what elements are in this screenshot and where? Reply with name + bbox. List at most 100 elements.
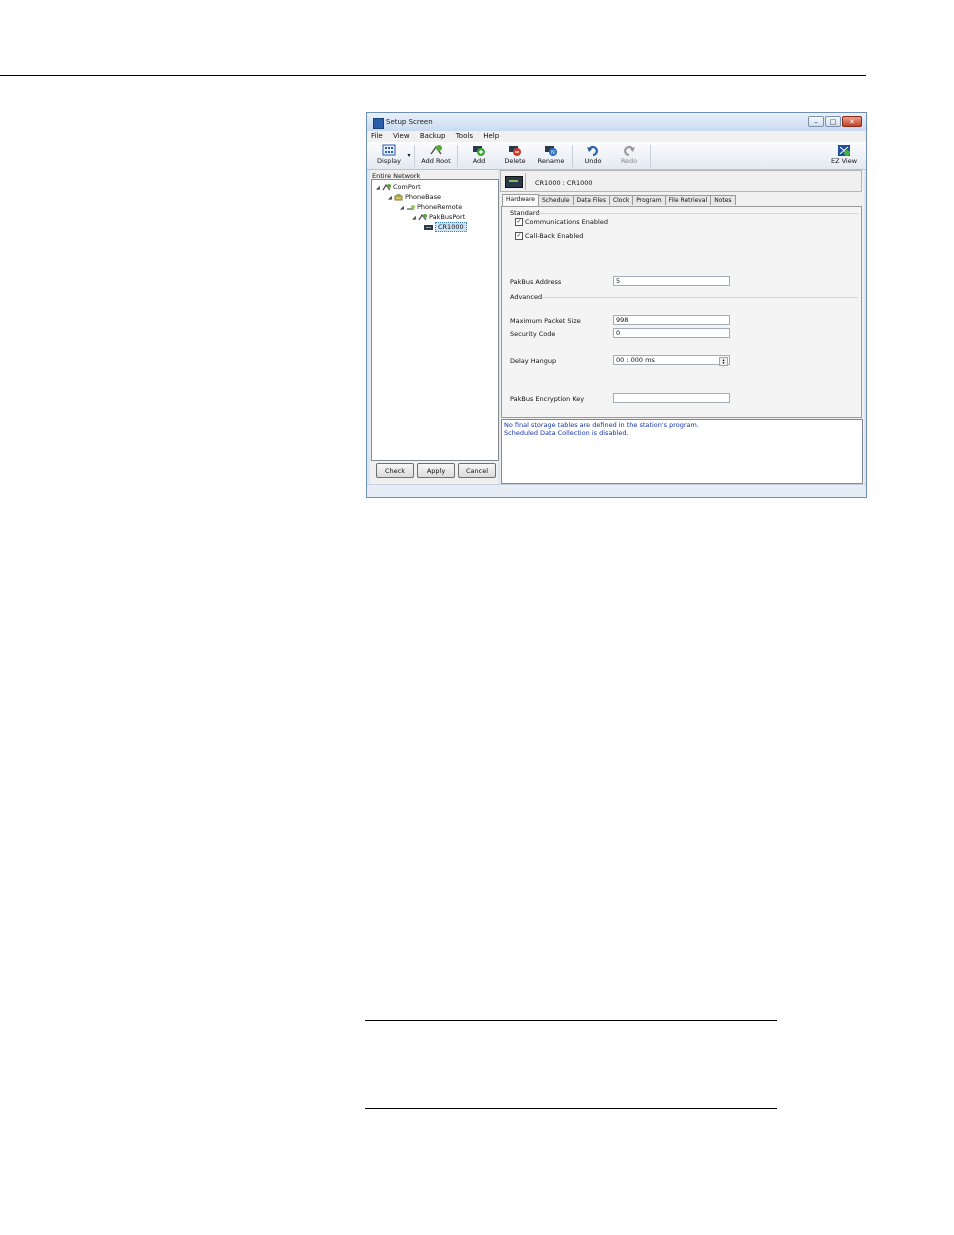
encryption-key-input[interactable] bbox=[613, 393, 730, 403]
toolbar-separator bbox=[414, 145, 415, 167]
add-button[interactable]: Add bbox=[467, 144, 491, 165]
minimize-button[interactable]: – bbox=[808, 116, 824, 127]
tab-clock[interactable]: Clock bbox=[608, 195, 634, 205]
checkmark-icon: ✓ bbox=[515, 218, 523, 226]
tab-schedule[interactable]: Schedule bbox=[537, 195, 574, 205]
display-button[interactable]: Display bbox=[374, 144, 404, 165]
max-packet-size-input[interactable]: 998 bbox=[613, 315, 730, 325]
datalogger-icon bbox=[424, 224, 433, 230]
add-root-button[interactable]: Add Root bbox=[420, 144, 452, 165]
toolbar-separator bbox=[650, 145, 651, 167]
pakbus-port-icon bbox=[418, 213, 427, 220]
ez-view-label: EZ View bbox=[830, 157, 858, 165]
spinner-arrows-icon[interactable]: ▴ ▾ bbox=[719, 357, 728, 366]
add-root-label: Add Root bbox=[421, 157, 451, 165]
header-separator bbox=[525, 173, 526, 190]
undo-label: Undo bbox=[584, 157, 602, 165]
menu-view[interactable]: View bbox=[389, 131, 414, 140]
page-header-rule bbox=[0, 75, 866, 76]
menu-tools[interactable]: Tools bbox=[452, 131, 477, 140]
maximize-button[interactable]: □ bbox=[825, 116, 841, 127]
communications-enabled-checkbox[interactable]: ✓ Communications Enabled bbox=[515, 218, 608, 226]
tab-data-files[interactable]: Data Files bbox=[572, 195, 610, 205]
phone-remote-icon bbox=[407, 204, 415, 210]
communications-enabled-label: Communications Enabled bbox=[525, 218, 608, 226]
menu-help[interactable]: Help bbox=[479, 131, 503, 140]
tab-file-retrieval[interactable]: File Retrieval bbox=[664, 195, 712, 205]
datalogger-icon bbox=[505, 176, 523, 188]
delete-button[interactable]: Delete bbox=[501, 144, 529, 165]
add-icon bbox=[472, 144, 486, 157]
undo-button[interactable]: Undo bbox=[581, 144, 605, 165]
rename-button[interactable]: N Rename bbox=[537, 144, 565, 165]
checkmark-icon: ✓ bbox=[515, 232, 523, 240]
tab-program[interactable]: Program bbox=[632, 195, 666, 205]
group-divider bbox=[542, 297, 858, 298]
toolbar: Display ▾ Add Root Add Delete N Rename U… bbox=[367, 142, 866, 170]
rename-label: Rename bbox=[537, 157, 565, 165]
message-line: Scheduled Data Collection is disabled. bbox=[504, 429, 629, 437]
rename-icon: N bbox=[544, 144, 558, 157]
message-line: No final storage tables are defined in t… bbox=[504, 421, 699, 429]
delay-hangup-value: 00 : 000 ms bbox=[616, 356, 655, 364]
redo-label: Redo bbox=[620, 157, 638, 165]
cancel-button[interactable]: Cancel bbox=[458, 463, 496, 478]
note-bottom-rule bbox=[365, 1108, 777, 1109]
device-name: CR1000 : CR1000 bbox=[535, 179, 593, 187]
tab-hardware[interactable]: Hardware bbox=[502, 194, 539, 206]
menu-bar: File View Backup Tools Help bbox=[367, 131, 866, 142]
ez-view-button[interactable]: EZ View bbox=[829, 144, 859, 165]
pakbus-address-label: PakBus Address bbox=[510, 278, 562, 286]
display-dropdown-arrow[interactable]: ▾ bbox=[405, 152, 413, 159]
check-button[interactable]: Check bbox=[376, 463, 414, 478]
message-log: No final storage tables are defined in t… bbox=[501, 419, 863, 484]
add-label: Add bbox=[472, 157, 486, 165]
tree-node-cr1000[interactable]: CR1000 bbox=[424, 222, 467, 232]
tree-node-comport[interactable]: ◢ ComPort bbox=[376, 183, 421, 191]
ez-view-icon bbox=[837, 144, 851, 157]
tree-node-pakbusport[interactable]: ◢ PakBusPort bbox=[412, 213, 465, 221]
close-button[interactable]: ✕ bbox=[842, 116, 862, 127]
note-top-rule bbox=[365, 1020, 777, 1021]
add-root-icon bbox=[429, 144, 443, 157]
pakbus-address-input[interactable]: 5 bbox=[613, 276, 730, 286]
display-icon bbox=[382, 144, 396, 157]
window-title: Setup Screen bbox=[386, 118, 433, 126]
security-code-input[interactable]: 0 bbox=[613, 328, 730, 338]
security-code-label: Security Code bbox=[510, 330, 556, 338]
apply-button[interactable]: Apply bbox=[417, 463, 455, 478]
group-divider bbox=[538, 213, 858, 214]
toolbar-separator bbox=[572, 145, 573, 167]
settings-pane: CR1000 : CR1000 Hardware Schedule Data F… bbox=[500, 170, 864, 484]
phone-base-icon bbox=[394, 193, 403, 200]
menu-backup[interactable]: Backup bbox=[416, 131, 450, 140]
menu-file[interactable]: File bbox=[367, 131, 387, 140]
tab-notes[interactable]: Notes bbox=[710, 195, 736, 205]
standard-group-label: Standard bbox=[510, 209, 540, 217]
delay-hangup-label: Delay Hangup bbox=[510, 357, 557, 365]
title-bar: Setup Screen – □ ✕ bbox=[367, 113, 866, 131]
delete-icon bbox=[508, 144, 522, 157]
device-header: CR1000 : CR1000 bbox=[500, 170, 862, 192]
tree-node-phonebase[interactable]: ◢ PhoneBase bbox=[388, 193, 441, 201]
delete-label: Delete bbox=[504, 157, 526, 165]
encryption-key-label: PakBus Encryption Key bbox=[510, 395, 585, 403]
redo-button[interactable]: Redo bbox=[617, 144, 641, 165]
status-bar bbox=[367, 484, 866, 497]
toolbar-separator bbox=[457, 145, 458, 167]
tree-node-phoneremote[interactable]: ◢ PhoneRemote bbox=[400, 203, 462, 211]
settings-tabs: Hardware Schedule Data Files Clock Progr… bbox=[502, 194, 736, 206]
callback-enabled-label: Call-Back Enabled bbox=[525, 232, 584, 240]
network-pane: Entire Network ◢ ComPort ◢ PhoneBase ◢ Phon… bbox=[370, 170, 499, 484]
svg-text:N: N bbox=[551, 150, 555, 156]
max-packet-size-label: Maximum Packet Size bbox=[510, 317, 581, 325]
network-tree[interactable]: ◢ ComPort ◢ PhoneBase ◢ PhoneRemote ◢ PakBus… bbox=[371, 179, 499, 461]
display-label: Display bbox=[377, 157, 401, 165]
callback-enabled-checkbox[interactable]: ✓ Call-Back Enabled bbox=[515, 232, 583, 240]
advanced-group-label: Advanced bbox=[510, 293, 543, 301]
setup-screen-window: Setup Screen – □ ✕ File View Backup Tool… bbox=[366, 112, 867, 498]
comport-icon bbox=[382, 183, 391, 190]
delay-hangup-input[interactable]: 00 : 000 ms ▴ ▾ bbox=[613, 355, 730, 366]
undo-icon bbox=[586, 144, 600, 157]
redo-icon bbox=[622, 144, 636, 157]
